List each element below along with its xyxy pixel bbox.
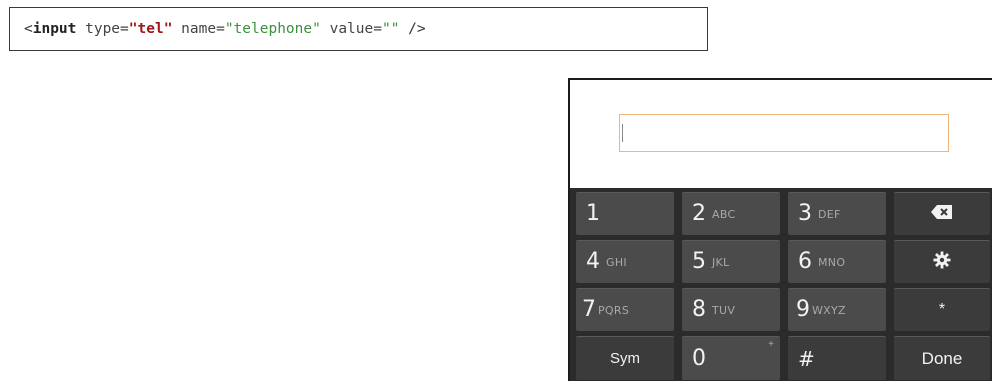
code-type-attr: type= bbox=[76, 21, 129, 37]
key-1[interactable]: 1 bbox=[576, 192, 674, 235]
key-4-digit: 4 bbox=[586, 249, 600, 274]
key-2[interactable]: 2 ABC bbox=[682, 192, 780, 235]
key-2-digit: 2 bbox=[692, 201, 706, 226]
key-3-letters: DEF bbox=[818, 207, 841, 221]
page: <input type="tel" name="telephone" value… bbox=[0, 0, 992, 381]
key-0[interactable]: 0 + bbox=[682, 336, 780, 380]
code-tag-name: input bbox=[32, 21, 77, 37]
code-value-value: "" bbox=[381, 21, 400, 37]
key-8-letters: TUV bbox=[712, 303, 736, 317]
hash-key-label: # bbox=[798, 346, 815, 371]
code-snippet: <input type="tel" name="telephone" value… bbox=[9, 7, 708, 51]
code-close: /> bbox=[399, 21, 426, 37]
backspace-icon bbox=[894, 204, 990, 224]
phone-mockup: 1 2 ABC 3 DEF 4 GHI 5 JKL 6 MNO 7 PQRS 8… bbox=[568, 78, 992, 381]
star-key-label: * bbox=[938, 301, 946, 318]
key-2-letters: ABC bbox=[712, 207, 736, 221]
sym-key[interactable]: Sym bbox=[576, 336, 674, 380]
key-4-letters: GHI bbox=[606, 255, 627, 269]
key-6-letters: MNO bbox=[818, 255, 846, 269]
key-0-digit: 0 bbox=[692, 345, 706, 371]
key-9[interactable]: 9 WXYZ bbox=[788, 288, 886, 331]
key-7-letters: PQRS bbox=[598, 303, 630, 317]
settings-key[interactable] bbox=[894, 240, 990, 283]
backspace-key[interactable] bbox=[894, 192, 990, 235]
code-name-attr: name= bbox=[172, 21, 225, 37]
key-3-digit: 3 bbox=[798, 201, 812, 226]
key-5-digit: 5 bbox=[692, 249, 706, 274]
key-9-digit: 9 bbox=[796, 297, 810, 322]
text-caret bbox=[622, 124, 623, 142]
key-8-digit: 8 bbox=[692, 297, 706, 322]
done-button-label: Done bbox=[921, 348, 963, 368]
key-4[interactable]: 4 GHI bbox=[576, 240, 674, 283]
code-open-bracket: < bbox=[24, 21, 33, 37]
key-5[interactable]: 5 JKL bbox=[682, 240, 780, 283]
hash-key[interactable]: # bbox=[788, 336, 886, 380]
done-button[interactable]: Done bbox=[894, 336, 990, 380]
sym-key-label: Sym bbox=[610, 350, 640, 367]
key-8[interactable]: 8 TUV bbox=[682, 288, 780, 331]
key-6-digit: 6 bbox=[798, 249, 812, 274]
code-value-attr: value= bbox=[320, 21, 382, 37]
key-1-digit: 1 bbox=[586, 201, 600, 226]
telephone-input[interactable] bbox=[619, 114, 949, 152]
gear-icon bbox=[894, 251, 990, 274]
key-7-digit: 7 bbox=[582, 297, 596, 322]
phone-screen bbox=[570, 80, 992, 188]
key-9-letters: WXYZ bbox=[812, 303, 846, 317]
star-key[interactable]: * bbox=[894, 288, 990, 331]
key-7[interactable]: 7 PQRS bbox=[576, 288, 674, 331]
key-0-plus: + bbox=[768, 339, 774, 350]
numeric-keyboard: 1 2 ABC 3 DEF 4 GHI 5 JKL 6 MNO 7 PQRS 8… bbox=[570, 188, 992, 381]
key-3[interactable]: 3 DEF bbox=[788, 192, 886, 235]
code-name-value: "telephone" bbox=[224, 21, 321, 37]
key-6[interactable]: 6 MNO bbox=[788, 240, 886, 283]
key-5-letters: JKL bbox=[712, 255, 730, 269]
code-type-value: "tel" bbox=[128, 21, 173, 37]
